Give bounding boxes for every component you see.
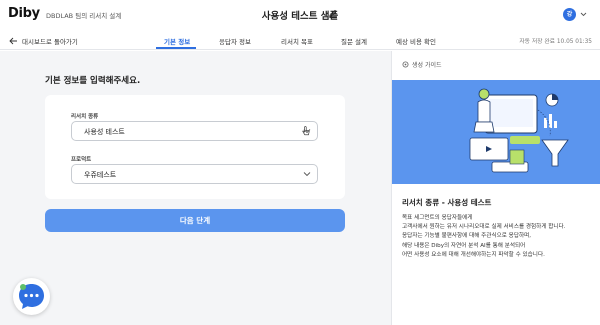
guide-line: 어떤 사용성 요소에 대해 개선해야하는지 파악할 수 있습니다. xyxy=(402,251,545,258)
arrow-left-icon xyxy=(9,37,17,45)
research-type-value: 사용성 테스트 xyxy=(84,128,125,136)
page-title: 기본 정보를 입력해주세요. xyxy=(45,76,141,86)
avatar[interactable]: 강 xyxy=(563,8,576,21)
research-type-label: 리서치 종류 xyxy=(71,114,99,120)
tab-estimated-cost[interactable]: 예상 비용 확인 xyxy=(396,36,436,46)
back-label: 대시보드로 돌아가기 xyxy=(22,38,78,46)
product-label: 프로덕트 xyxy=(71,157,92,163)
guide-line: 해당 내용은 Diby의 자연어 분석 AI를 통해 분석되어 xyxy=(402,242,526,249)
step-nav: 대시보드로 돌아가기 기본 정보 응답자 정보 리서치 목표 질문 설계 예상 … xyxy=(0,30,600,50)
chevron-down-icon[interactable] xyxy=(580,11,587,17)
guide-line: 고객사에서 원하는 유저 시나리오대로 실제 서비스를 경험하게 합니다. xyxy=(402,224,566,231)
app-logo[interactable]: Diby xyxy=(8,6,40,21)
research-type-select[interactable]: 사용성 테스트 xyxy=(71,121,318,141)
guide-header: 생성 가이드 xyxy=(402,60,442,69)
form-card: 리서치 종류 사용성 테스트 프로덕트 우쥬테스트 xyxy=(45,95,345,199)
guide-panel: 생성 가이드 리서치 종류 - 사용성 테스트 목표 세그먼트의 응답자들에게 … xyxy=(391,51,600,325)
guide-illustration xyxy=(392,80,600,184)
tab-question-design[interactable]: 질문 설계 xyxy=(341,36,367,46)
guide-line: 응답자는 기능별 불편사항에 대해 주관식으로 응답하며, xyxy=(402,233,532,240)
guide-title: 리서치 종류 - 사용성 테스트 xyxy=(402,198,492,207)
chevron-down-icon xyxy=(303,172,311,177)
pencil-icon[interactable] xyxy=(328,8,338,18)
guide-description: 목표 세그먼트의 응답자들에게 고객사에서 원하는 유저 시나리오대로 실제 서… xyxy=(402,214,597,260)
tab-research-goal[interactable]: 리서치 목표 xyxy=(281,36,313,46)
main-content: 기본 정보를 입력해주세요. 리서치 종류 사용성 테스트 프로덕트 우쥬테스트… xyxy=(0,51,391,325)
product-select[interactable]: 우쥬테스트 xyxy=(71,164,318,184)
chat-button[interactable] xyxy=(13,278,50,315)
workspace-subtitle: DBDLAB 팀의 리서치 설계 xyxy=(46,12,122,20)
research-illustration xyxy=(392,80,600,184)
back-to-dashboard-link[interactable]: 대시보드로 돌아가기 xyxy=(9,36,78,46)
next-step-button[interactable]: 다음 단계 xyxy=(45,209,345,232)
chevron-down-icon xyxy=(303,129,311,134)
tab-respondent-info[interactable]: 응답자 정보 xyxy=(219,36,251,46)
autosave-status: 자동 저장 완료 10.05 01:35 xyxy=(519,39,592,45)
guide-line: 목표 세그먼트의 응답자들에게 xyxy=(402,215,473,221)
top-bar: Diby DBDLAB 팀의 리서치 설계 사용성 테스트 샘플 강 xyxy=(0,0,600,30)
tab-basic-info[interactable]: 기본 정보 xyxy=(164,36,190,46)
gear-icon xyxy=(402,61,409,68)
product-value: 우쥬테스트 xyxy=(84,171,117,179)
guide-header-label: 생성 가이드 xyxy=(412,62,442,69)
chat-bubble-icon xyxy=(19,284,44,309)
active-tab-indicator xyxy=(156,47,196,49)
